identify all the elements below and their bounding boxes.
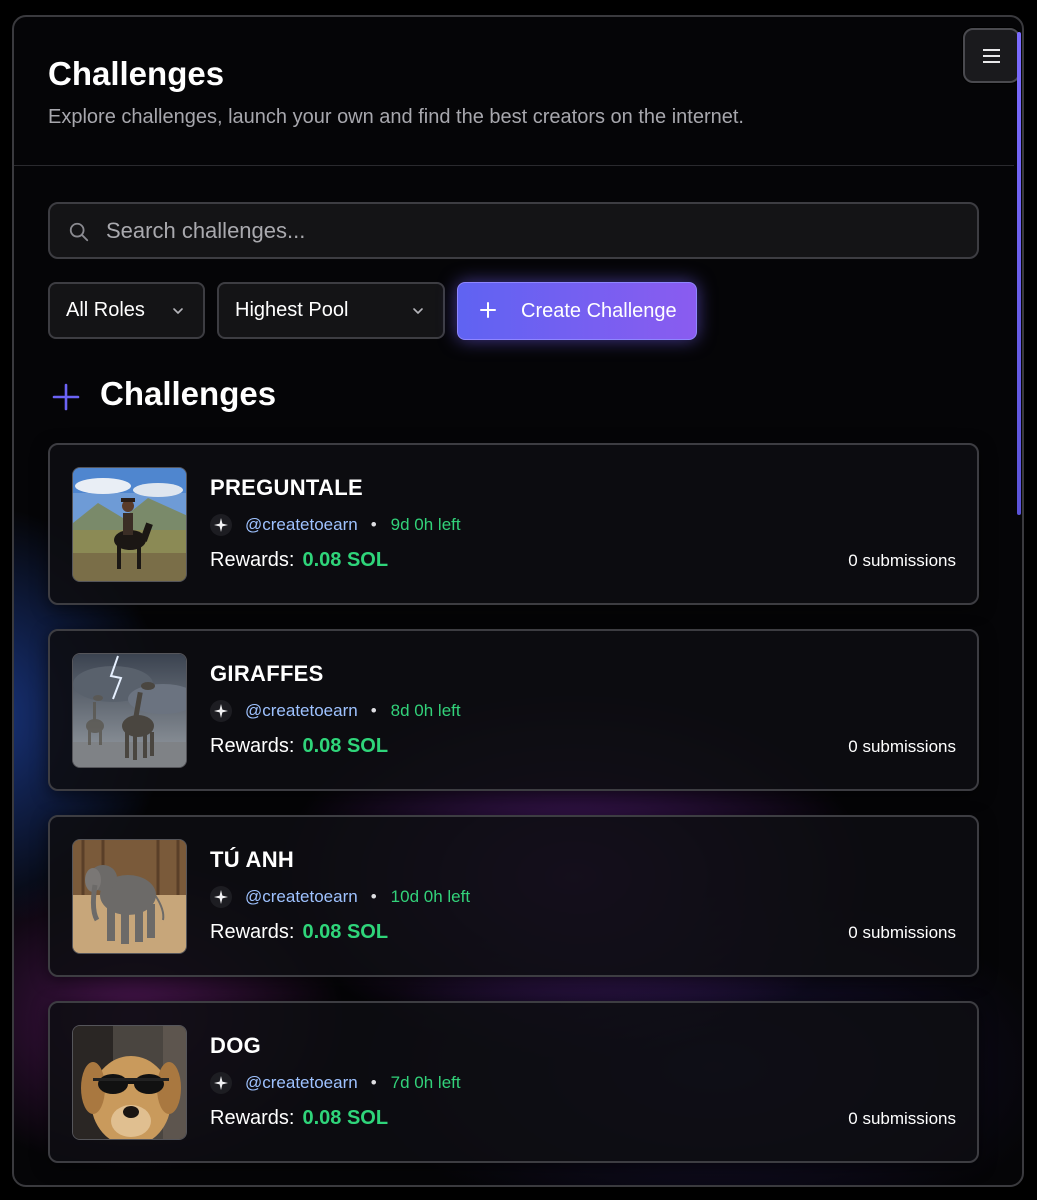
rewards-row: Rewards: 0.08 SOL [210, 1107, 388, 1130]
hamburger-icon [983, 47, 1000, 65]
time-left: 9d 0h left [390, 515, 461, 534]
search-icon [69, 222, 89, 242]
challenge-title: GIRAFFES [210, 661, 324, 686]
page-title: Challenges [48, 55, 225, 92]
sparkle-icon [210, 700, 232, 722]
create-challenge-label: Create Challenge [521, 300, 677, 322]
challenge-thumbnail [72, 653, 187, 768]
submission-count: 0 submissions [848, 923, 956, 942]
challenge-title: PREGUNTALE [210, 475, 363, 500]
creator-row: @createtoearn • 9d 0h left [210, 513, 461, 537]
chevron-down-icon [173, 308, 183, 314]
section-title: Challenges [100, 375, 277, 412]
reward-amount: 0.08 SOL [302, 735, 389, 757]
chevron-down-icon [413, 308, 423, 314]
creator-row: @createtoearn • 8d 0h left [210, 699, 461, 723]
submission-count: 0 submissions [848, 551, 956, 570]
time-left: 7d 0h left [390, 1073, 461, 1092]
time-left: 8d 0h left [390, 701, 461, 720]
scrollbar-thumb[interactable] [1017, 32, 1021, 515]
reward-amount: 0.08 SOL [302, 1107, 389, 1129]
challenge-card[interactable]: DOG @createtoearn • 7d 0h left Rewards: 0… [48, 1001, 979, 1163]
app-window: Challenges Explore challenges, launch yo… [12, 15, 1024, 1187]
creator-handle[interactable]: @createtoearn [245, 701, 358, 721]
creator-row: @createtoearn • 7d 0h left [210, 1071, 461, 1095]
roles-dropdown[interactable]: All Roles [48, 282, 205, 339]
search-input[interactable] [106, 212, 956, 250]
challenge-thumbnail [72, 467, 187, 582]
separator-dot: • [370, 515, 377, 534]
sparkle-icon [210, 1072, 232, 1094]
reward-amount: 0.08 SOL [302, 921, 389, 943]
challenge-card[interactable]: GIRAFFES @createtoearn • 8d 0h left Rewa… [48, 629, 979, 791]
rewards-row: Rewards: 0.08 SOL [210, 549, 388, 572]
rewards-label: Rewards: [210, 921, 295, 943]
creator-handle[interactable]: @createtoearn [245, 887, 358, 907]
creator-handle[interactable]: @createtoearn [245, 515, 358, 535]
rewards-label: Rewards: [210, 549, 295, 571]
roles-dropdown-value: All Roles [66, 299, 145, 321]
sort-dropdown[interactable]: Highest Pool [217, 282, 445, 339]
challenge-card[interactable]: TÚ ANH @createtoearn • 10d 0h left Rewar… [48, 815, 979, 977]
separator-dot: • [370, 1073, 377, 1092]
menu-button[interactable] [963, 28, 1020, 83]
challenge-thumbnail [72, 1025, 187, 1140]
time-left: 10d 0h left [390, 887, 471, 906]
sparkle-icon [210, 514, 232, 536]
challenge-title: DOG [210, 1033, 262, 1058]
sparkle-icon [210, 886, 232, 908]
search-bar[interactable] [48, 202, 979, 259]
create-challenge-button[interactable]: Create Challenge [457, 282, 697, 340]
rewards-label: Rewards: [210, 735, 295, 757]
separator-dot: • [370, 701, 377, 720]
sort-dropdown-value: Highest Pool [235, 299, 349, 321]
creator-handle[interactable]: @createtoearn [245, 1073, 358, 1093]
plus-icon [52, 383, 80, 411]
reward-amount: 0.08 SOL [302, 549, 389, 571]
challenge-thumbnail [72, 839, 187, 954]
submission-count: 0 submissions [848, 1109, 956, 1128]
challenge-title: TÚ ANH [210, 847, 295, 872]
submission-count: 0 submissions [848, 737, 956, 756]
page-subtitle: Explore challenges, launch your own and … [48, 106, 744, 128]
separator-dot: • [370, 887, 377, 906]
rewards-label: Rewards: [210, 1107, 295, 1129]
rewards-row: Rewards: 0.08 SOL [210, 735, 388, 758]
challenge-card[interactable]: PREGUNTALE @createtoearn • 9d 0h left Re… [48, 443, 979, 605]
rewards-row: Rewards: 0.08 SOL [210, 921, 388, 944]
page-header: Challenges Explore challenges, launch yo… [14, 17, 1014, 166]
creator-row: @createtoearn • 10d 0h left [210, 885, 470, 909]
plus-icon [480, 302, 496, 318]
